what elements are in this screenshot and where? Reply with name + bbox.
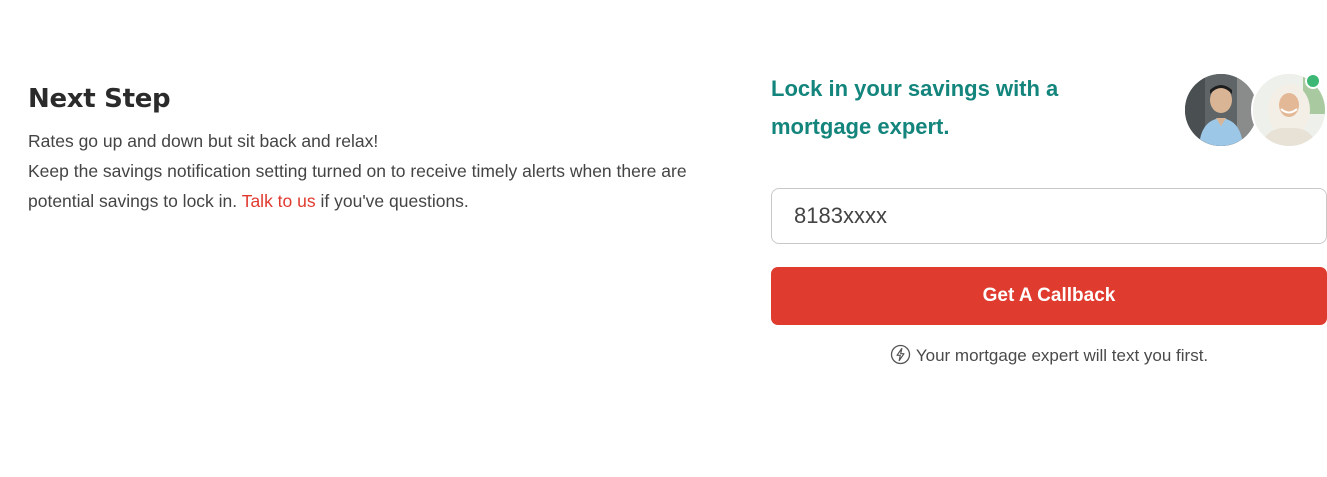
lightning-icon <box>890 344 911 372</box>
avatar <box>1183 72 1259 148</box>
next-step-page: Next Step Rates go up and down but sit b… <box>0 0 1327 477</box>
callback-tagline: Lock in your savings with a mortgage exp… <box>771 76 1059 139</box>
male-expert-photo <box>1185 74 1257 146</box>
next-step-section: Next Step Rates go up and down but sit b… <box>28 82 748 216</box>
callback-note: Your mortgage expert will text you first… <box>771 344 1327 372</box>
get-callback-button[interactable]: Get A Callback <box>771 267 1327 325</box>
next-step-description: Rates go up and down but sit back and re… <box>28 126 748 216</box>
rates-text: Rates go up and down but sit back and re… <box>28 131 379 151</box>
next-step-heading: Next Step <box>28 84 171 114</box>
notification-text-suffix: if you've questions. <box>315 191 469 211</box>
phone-number-input[interactable] <box>771 188 1327 244</box>
callback-note-text: Your mortgage expert will text you first… <box>915 346 1209 365</box>
notification-text: Keep the savings notification setting tu… <box>28 156 748 216</box>
callback-panel: Lock in your savings with a mortgage exp… <box>771 70 1327 365</box>
talk-to-us-link[interactable]: Talk to us <box>242 191 316 211</box>
expert-avatars <box>1183 72 1327 148</box>
online-status-icon <box>1305 73 1321 89</box>
